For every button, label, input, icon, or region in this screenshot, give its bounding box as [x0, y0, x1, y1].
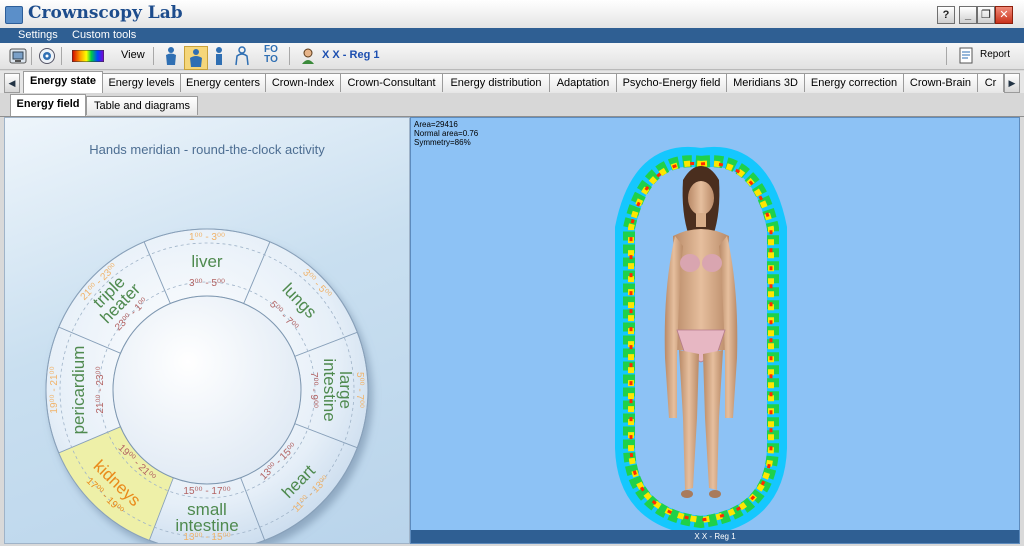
- person-active-icon: [190, 49, 202, 67]
- segment-label-liver: liver: [191, 252, 223, 271]
- toolbar-separator: [946, 47, 947, 65]
- neck: [696, 213, 706, 227]
- person-icon[interactable]: [161, 46, 181, 66]
- view-label[interactable]: View: [121, 49, 145, 67]
- person-side-icon[interactable]: [210, 46, 228, 66]
- title-bar: Crownscopy Lab ? _ ❐ ✕: [0, 0, 1024, 29]
- palette-icon[interactable]: [72, 50, 104, 62]
- tab-energy-centers[interactable]: Energy centers: [180, 73, 266, 92]
- right-leg: [703, 350, 723, 490]
- outer-time-pericardium: 19⁰⁰ - 21⁰⁰: [49, 366, 60, 413]
- left-foot: [681, 490, 693, 498]
- tab-crown-consultant[interactable]: Crown-Consultant: [340, 73, 443, 92]
- toolbar-separator: [31, 47, 32, 65]
- tab-meridians-3d[interactable]: Meridians 3D: [726, 73, 805, 92]
- app-title: Crownscopy Lab: [28, 3, 183, 23]
- outer-time-small-intestine: 13⁰⁰ - 15⁰⁰: [183, 532, 230, 543]
- inner-time-large-intestine: 7⁰⁰ - 9⁰⁰: [308, 372, 319, 408]
- tab-energy-distribution[interactable]: Energy distribution: [442, 73, 550, 92]
- energy-field-panel: Area=29416 Normal area=0.76 Symmetry=86%: [410, 117, 1020, 544]
- energy-field-status: X X - Reg 1: [411, 530, 1019, 543]
- menu-custom-tools[interactable]: Custom tools: [72, 29, 136, 41]
- person-outline-icon[interactable]: [232, 46, 252, 66]
- outer-time-liver: 1⁰⁰ - 3⁰⁰: [189, 232, 225, 243]
- app-icon: [5, 6, 23, 24]
- segment-label-pericardium: pericardium: [69, 346, 88, 435]
- meridian-clock-panel: Hands meridian - round-the-clock activit…: [4, 117, 410, 544]
- minimize-button[interactable]: _: [959, 6, 977, 24]
- tab-adaptation[interactable]: Adaptation: [549, 73, 617, 92]
- menu-settings[interactable]: Settings: [18, 29, 58, 41]
- menu-bar: Settings Custom tools: [0, 28, 1024, 43]
- camera-icon[interactable]: [9, 47, 27, 65]
- aura-visualization: [615, 146, 787, 530]
- outer-time-large-intestine: 5⁰⁰ - 7⁰⁰: [354, 372, 365, 408]
- report-label[interactable]: Report: [980, 49, 1010, 67]
- main-tab-bar: ◀ Energy state Energy levels Energy cent…: [0, 71, 1024, 94]
- tab-crown-index[interactable]: Crown-Index: [265, 73, 341, 92]
- top-left: [680, 254, 700, 272]
- tab-crown-brain[interactable]: Crown-Brain: [903, 73, 978, 92]
- tab-energy-correction[interactable]: Energy correction: [804, 73, 904, 92]
- patient-icon[interactable]: [299, 47, 317, 65]
- meridian-clock-chart: liver1⁰⁰ - 3⁰⁰3⁰⁰ - 5⁰⁰ lungs3⁰⁰ - 5⁰⁰5⁰⁰…: [45, 228, 369, 543]
- close-button[interactable]: ✕: [995, 6, 1013, 24]
- toolbar-separator: [61, 47, 62, 65]
- inner-time-pericardium: 21⁰⁰ - 23⁰⁰: [95, 366, 106, 413]
- foto-icon[interactable]: FO TO: [259, 45, 283, 67]
- right-foot: [709, 490, 721, 498]
- tab-energy-field[interactable]: Energy field: [10, 94, 86, 116]
- inner-time-liver: 3⁰⁰ - 5⁰⁰: [189, 278, 225, 289]
- toolbar-separator: [153, 47, 154, 65]
- tab-cr[interactable]: Cr: [977, 73, 1004, 92]
- tabs-scroll-left[interactable]: ◀: [4, 73, 20, 93]
- inner-time-small-intestine: 15⁰⁰ - 17⁰⁰: [183, 486, 230, 497]
- tab-energy-state[interactable]: Energy state: [23, 71, 103, 93]
- toolbar-separator: [289, 47, 290, 65]
- toolbar: View FO TO X X - Reg 1 Report: [0, 43, 1024, 70]
- patient-label[interactable]: X X - Reg 1: [322, 49, 379, 67]
- head: [688, 181, 714, 215]
- left-leg: [679, 350, 699, 490]
- sub-tab-bar: Energy field Table and diagrams: [0, 93, 1024, 117]
- clock-inner-disc: [112, 295, 302, 485]
- tabs-scroll-right[interactable]: ▶: [1004, 73, 1020, 93]
- tab-energy-levels[interactable]: Energy levels: [102, 73, 181, 92]
- top-right: [702, 254, 722, 272]
- tab-table-and-diagrams[interactable]: Table and diagrams: [86, 96, 198, 115]
- clock-icon[interactable]: [38, 47, 56, 65]
- restore-button[interactable]: ❐: [977, 6, 995, 24]
- person-active-button[interactable]: [184, 46, 208, 70]
- help-button[interactable]: ?: [937, 6, 955, 24]
- tab-psycho-energy-field[interactable]: Psycho-Energy field: [616, 73, 727, 92]
- report-icon[interactable]: [958, 47, 976, 65]
- body-figure: [664, 166, 738, 498]
